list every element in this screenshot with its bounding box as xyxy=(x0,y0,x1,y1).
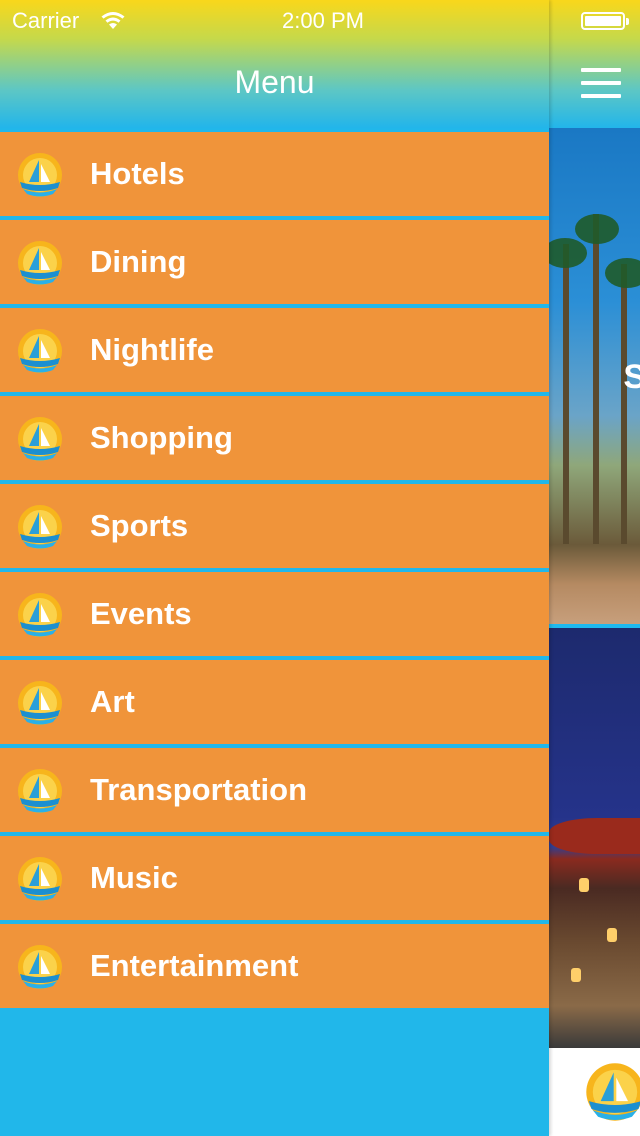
menu-item-music[interactable]: Music xyxy=(0,836,549,920)
menu-item-label: Sports xyxy=(90,508,189,543)
menu-item-label: Events xyxy=(90,596,192,631)
menu-item-dining[interactable]: Dining xyxy=(0,220,549,304)
menu-item-label: Music xyxy=(90,860,178,895)
menu-item-transportation[interactable]: Transportation xyxy=(0,748,549,832)
underlying-footer xyxy=(549,1048,640,1136)
menu-item-nightlife[interactable]: Nightlife xyxy=(0,308,549,392)
sailboat-logo-icon xyxy=(18,593,62,637)
menu-item-shopping[interactable]: Shopping xyxy=(0,396,549,480)
sailboat-logo-icon xyxy=(18,153,62,197)
restaurant-photo[interactable] xyxy=(549,628,640,1048)
menu-title: Menu xyxy=(234,64,315,100)
menu-item-events[interactable]: Events xyxy=(0,572,549,656)
menu-item-hotels[interactable]: Hotels xyxy=(0,132,549,216)
menu-item-label: Hotels xyxy=(90,156,185,191)
menu-item-label: Entertainment xyxy=(90,948,299,983)
menu-item-label: Shopping xyxy=(90,420,233,455)
sailboat-logo-icon xyxy=(18,417,62,461)
status-bar: Carrier 2:00 PM xyxy=(0,0,549,40)
hero-photo-palms[interactable]: S xyxy=(549,128,640,624)
menu-list: Hotels Dining Nightlife Shopping Sports … xyxy=(0,132,549,1012)
sailboat-logo-icon xyxy=(18,505,62,549)
menu-item-entertainment[interactable]: Entertainment xyxy=(0,924,549,1008)
menu-item-art[interactable]: Art xyxy=(0,660,549,744)
menu-item-label: Art xyxy=(90,684,135,719)
sailboat-logo-icon xyxy=(18,945,62,989)
hero-title-fragment: S xyxy=(623,358,640,396)
sailboat-logo-icon xyxy=(18,769,62,813)
underlying-screen: S xyxy=(549,0,640,1136)
sailboat-logo-icon xyxy=(18,857,62,901)
sailboat-logo-icon xyxy=(18,329,62,373)
menu-item-sports[interactable]: Sports xyxy=(0,484,549,568)
menu-item-label: Transportation xyxy=(90,772,308,807)
side-menu: Menu Hotels Dining Nightlife Shopping Sp… xyxy=(0,0,549,1136)
sailboat-logo-icon xyxy=(586,1063,640,1121)
menu-item-label: Dining xyxy=(90,244,187,279)
menu-item-label: Nightlife xyxy=(90,332,214,367)
sailboat-logo-icon xyxy=(18,241,62,285)
sailboat-logo-icon xyxy=(18,681,62,725)
status-time: 2:00 PM xyxy=(282,8,364,33)
hamburger-menu-icon[interactable] xyxy=(581,68,621,100)
